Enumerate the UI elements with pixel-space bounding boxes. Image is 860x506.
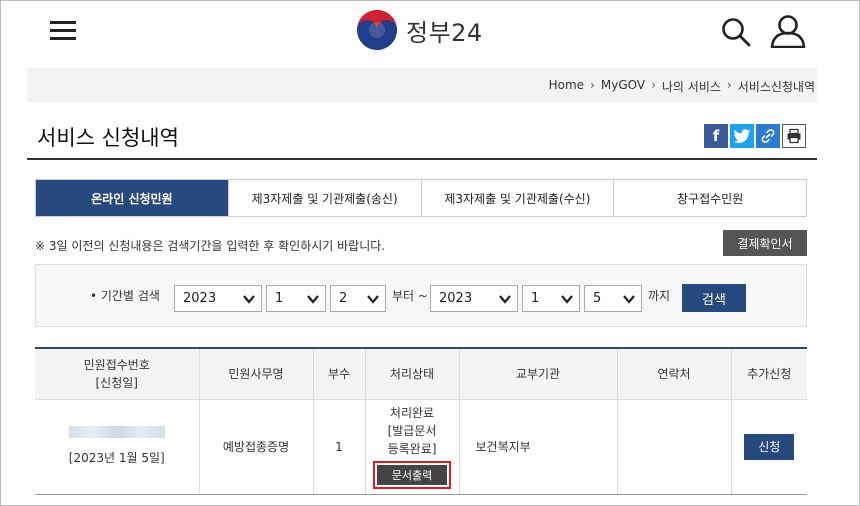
chevron-down-icon bbox=[623, 295, 635, 304]
gov24-logo[interactable]: 정부24 bbox=[356, 8, 483, 52]
breadcrumb-current[interactable]: 서비스신청내역 bbox=[738, 78, 815, 95]
col-copies: 부수 bbox=[312, 349, 366, 400]
tab-counter-applications[interactable]: 창구접수민원 bbox=[613, 180, 806, 216]
service-name-cell: 예방접종증명 bbox=[198, 398, 314, 495]
print-button[interactable] bbox=[782, 124, 806, 148]
chevron-right-icon: › bbox=[590, 78, 595, 92]
col-additional-request: 추가신청 bbox=[730, 349, 807, 400]
redacted-receipt-number bbox=[68, 426, 165, 438]
status-cell: 처리완료 [발급문서 등록완료] 문서출력 bbox=[364, 398, 460, 495]
link-icon bbox=[761, 129, 775, 143]
chevron-down-icon bbox=[561, 295, 573, 304]
start-month-select[interactable]: 1 bbox=[266, 285, 326, 312]
receipt-cell: [2023년 1월 5일] bbox=[35, 398, 200, 495]
col-receipt-number: 민원접수번호 [신청일] bbox=[35, 349, 200, 400]
applications-table: 민원접수번호 [신청일] 민원사무명 부수 처리상태 교부기관 연락처 추가신청… bbox=[35, 349, 807, 495]
page-title: 서비스 신청내역 bbox=[37, 126, 179, 150]
print-icon bbox=[787, 128, 801, 144]
end-month-value: 1 bbox=[531, 291, 540, 306]
col-service-name: 민원사무명 bbox=[198, 349, 314, 400]
additional-request-cell: 신청 bbox=[730, 398, 807, 495]
apply-button[interactable]: 신청 bbox=[744, 433, 795, 460]
facebook-icon: f bbox=[712, 127, 720, 145]
col-receipt-number-line2: [신청일] bbox=[95, 375, 138, 390]
chevron-down-icon bbox=[243, 295, 255, 304]
period-search-panel: • 기간별 검색 2023 1 2 부터 ~ 2023 1 5 까지 검색 bbox=[35, 264, 807, 327]
col-agency: 교부기관 bbox=[458, 349, 618, 400]
end-day-value: 5 bbox=[593, 291, 602, 306]
from-text: 부터 ~ bbox=[392, 289, 428, 303]
status-text: 처리완료 bbox=[389, 406, 435, 420]
end-year-value: 2023 bbox=[439, 291, 473, 306]
tab-bar: 온라인 신청민원 제3자제출 및 기관제출(송신) 제3자제출 및 기관제출(수… bbox=[35, 179, 807, 217]
taeguk-logo-icon bbox=[357, 10, 397, 50]
twitter-icon bbox=[733, 128, 751, 143]
start-month-value: 1 bbox=[275, 291, 284, 306]
twitter-share-button[interactable] bbox=[730, 124, 754, 148]
title-divider bbox=[27, 158, 817, 160]
contact-cell bbox=[616, 398, 732, 495]
start-day-value: 2 bbox=[339, 291, 348, 306]
breadcrumb: Home › MyGOV › 나의 서비스 › 서비스신청내역 bbox=[549, 78, 815, 95]
tab-third-party-sent[interactable]: 제3자제출 및 기관제출(송신) bbox=[227, 180, 421, 216]
period-search-label: • 기간별 검색 bbox=[90, 289, 160, 303]
search-notice: ※ 3일 이전의 신청내용은 검색기간을 입력한 후 확인하시기 바랍니다. bbox=[35, 239, 386, 253]
col-status: 처리상태 bbox=[364, 349, 460, 400]
col-receipt-number-line1: 민원접수번호 bbox=[83, 357, 150, 372]
until-text: 까지 bbox=[648, 289, 671, 303]
table-row: [2023년 1월 5일] 예방접종증명 1 처리완료 [발급문서 등록완료] … bbox=[35, 398, 807, 495]
search-button[interactable]: 검색 bbox=[682, 284, 746, 312]
tab-online-applications[interactable]: 온라인 신청민원 bbox=[36, 180, 228, 216]
breadcrumb-home[interactable]: Home bbox=[549, 78, 584, 95]
status-detail-1: [발급문서 bbox=[387, 424, 437, 438]
highlight-box: 문서출력 bbox=[373, 461, 451, 489]
user-icon[interactable] bbox=[770, 14, 806, 48]
chevron-right-icon: › bbox=[726, 78, 732, 92]
copy-link-button[interactable] bbox=[756, 124, 780, 148]
chevron-right-icon: › bbox=[651, 78, 656, 92]
chevron-down-icon bbox=[307, 295, 319, 304]
end-year-select[interactable]: 2023 bbox=[430, 285, 518, 312]
search-icon[interactable] bbox=[721, 17, 751, 47]
status-detail-2: 등록완료] bbox=[387, 442, 437, 456]
table-header-row: 민원접수번호 [신청일] 민원사무명 부수 처리상태 교부기관 연락처 추가신청 bbox=[35, 349, 807, 400]
end-day-select[interactable]: 5 bbox=[584, 285, 642, 312]
print-document-button[interactable]: 문서출력 bbox=[377, 465, 447, 485]
logo-text: 정부24 bbox=[406, 18, 483, 47]
start-day-select[interactable]: 2 bbox=[330, 285, 386, 312]
col-contact: 연락처 bbox=[616, 349, 732, 400]
tab-third-party-received[interactable]: 제3자제출 및 기관제출(수신) bbox=[420, 180, 614, 216]
table-bottom-border bbox=[35, 494, 807, 495]
end-month-select[interactable]: 1 bbox=[522, 285, 580, 312]
breadcrumb-bar: Home › MyGOV › 나의 서비스 › 서비스신청내역 bbox=[27, 68, 817, 102]
copies-cell: 1 bbox=[312, 398, 366, 495]
payment-confirmation-button[interactable]: 결제확인서 bbox=[723, 230, 807, 256]
hamburger-menu-icon[interactable] bbox=[50, 18, 76, 42]
application-date: [2023년 1월 5일] bbox=[68, 451, 165, 465]
chevron-down-icon bbox=[499, 295, 511, 304]
start-year-value: 2023 bbox=[183, 291, 217, 306]
share-buttons: f bbox=[704, 124, 806, 148]
breadcrumb-my-services[interactable]: 나의 서비스 bbox=[662, 78, 721, 95]
breadcrumb-mygov[interactable]: MyGOV bbox=[601, 78, 645, 95]
chevron-down-icon bbox=[367, 295, 379, 304]
facebook-share-button[interactable]: f bbox=[704, 124, 728, 148]
start-year-select[interactable]: 2023 bbox=[174, 285, 262, 312]
agency-cell: 보건복지부 bbox=[458, 398, 618, 495]
